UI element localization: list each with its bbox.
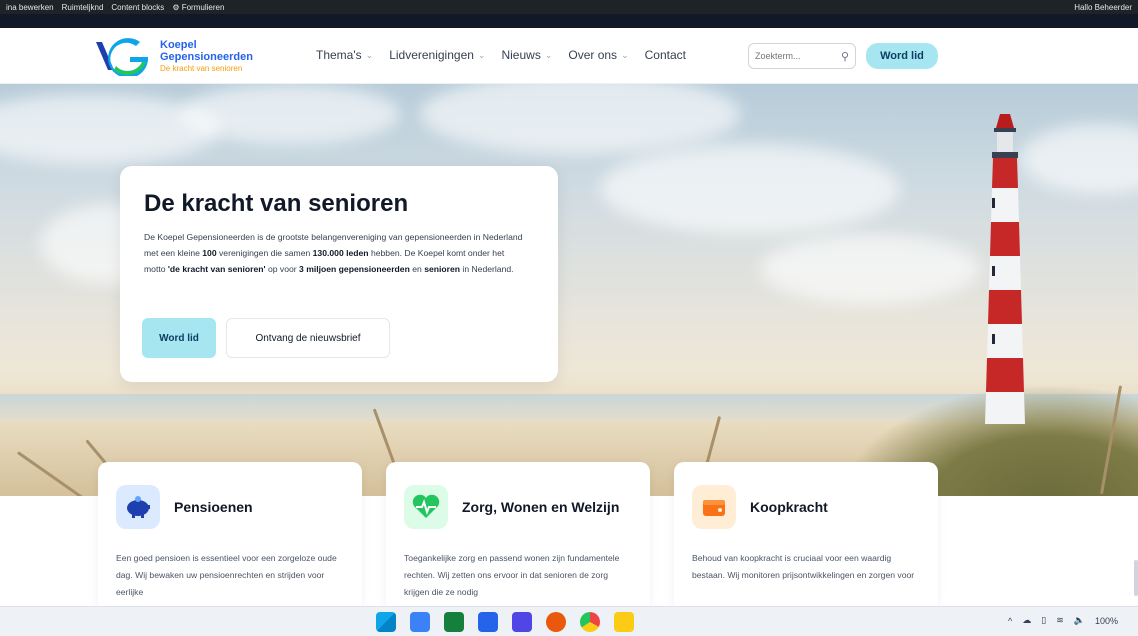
- battery-level[interactable]: 100%: [1095, 616, 1118, 626]
- chevron-down-icon: ⌄: [621, 49, 629, 60]
- hero-text-part: op voor: [265, 263, 300, 274]
- hero-text-part: en: [409, 263, 425, 274]
- search-icon[interactable]: ⚲: [841, 50, 849, 63]
- start-icon[interactable]: [376, 612, 396, 632]
- outlook-icon[interactable]: [478, 612, 498, 632]
- lighthouse-image: [985, 114, 1025, 424]
- nav-item-over-ons[interactable]: Over ons ⌄: [568, 48, 628, 62]
- system-tray: ^ ☁ ▯ ≋ 🔈 100%: [1008, 615, 1118, 626]
- card-koopkracht[interactable]: Koopkracht Behoud van koopkracht is cruc…: [674, 462, 938, 612]
- card-text: Behoud van koopkracht is cruciaal voor e…: [692, 553, 915, 580]
- admin-item[interactable]: ⚙ Formulieren: [172, 3, 224, 12]
- wallet-icon: [692, 485, 736, 529]
- cloud: [180, 84, 400, 144]
- chevron-down-icon: ⌄: [544, 49, 553, 60]
- hero-title: De kracht van senioren: [144, 190, 409, 217]
- hero-text: De Koepel Gepensioneerden is de grootste…: [144, 230, 524, 278]
- search-input[interactable]: [755, 51, 833, 61]
- wifi-icon[interactable]: ≋: [1056, 615, 1064, 626]
- admin-item-label: Formulieren: [181, 2, 225, 12]
- nav-label: Thema's: [316, 48, 362, 62]
- chrome-icon[interactable]: [580, 612, 600, 632]
- logo-line1: Koepel: [160, 38, 197, 51]
- nav-label: Contact: [644, 48, 686, 62]
- card-head: Koopkracht: [692, 482, 920, 532]
- hero-text-bold: 130.000 leden: [312, 247, 369, 258]
- cloud: [600, 144, 900, 234]
- chevron-up-icon[interactable]: ^: [1008, 616, 1012, 626]
- nav-label: Nieuws: [501, 48, 541, 62]
- piggy-bank-icon: [116, 485, 160, 529]
- hero-buttons: Word lid Ontvang de nieuwsbrief: [142, 318, 390, 358]
- nav-item-themas[interactable]: Thema's ⌄: [316, 48, 373, 62]
- hero-text-part: verenigingen die samen: [216, 247, 313, 258]
- card-head: Zorg, Wonen en Welzijn: [404, 482, 632, 532]
- admin-bar: ina bewerken Ruimteljknd Content blocks …: [0, 0, 1138, 14]
- hero-text-bold: 3 miljoen gepensioneerden: [299, 263, 410, 274]
- word-lid-button[interactable]: Word lid: [866, 43, 938, 69]
- chevron-down-icon: ⌄: [365, 49, 374, 60]
- teams-icon[interactable]: [512, 612, 532, 632]
- search-box: ⚲: [748, 43, 856, 69]
- card-text: Een goed pensioen is essentieel voor een…: [116, 553, 337, 597]
- onedrive-icon[interactable]: ☁: [1022, 615, 1031, 626]
- hero-word-lid-button[interactable]: Word lid: [142, 318, 216, 358]
- logo-line2: Gepensioneerden: [160, 50, 253, 63]
- card-title: Zorg, Wonen en Welzijn: [462, 498, 620, 515]
- office-icon[interactable]: [546, 612, 566, 632]
- nav-item-lidverenigingen[interactable]: Lidverenigingen ⌄: [389, 48, 485, 62]
- taskbar-apps: [376, 612, 634, 632]
- site-header: Koepel Gepensioneerden De kracht van sen…: [0, 28, 1138, 84]
- cloud: [760, 234, 980, 304]
- nav-item-nieuws[interactable]: Nieuws ⌄: [501, 48, 552, 62]
- nav-label: Lidverenigingen: [389, 48, 474, 62]
- nav-item-contact[interactable]: Contact: [645, 48, 686, 62]
- chevron-down-icon: ⌄: [477, 49, 486, 60]
- kg-logo-icon: [96, 38, 148, 76]
- explorer-icon[interactable]: [614, 612, 634, 632]
- site-logo[interactable]: Koepel Gepensioneerden De kracht van sen…: [92, 36, 253, 76]
- device-icon[interactable]: ▯: [1041, 615, 1046, 626]
- admin-item[interactable]: Content blocks: [111, 3, 164, 12]
- top-strip: [0, 14, 1138, 28]
- admin-item[interactable]: Ruimteljknd: [62, 3, 104, 12]
- admin-item[interactable]: ina bewerken: [6, 3, 54, 12]
- card-pensioenen[interactable]: Pensioenen Een goed pensioen is essentie…: [98, 462, 362, 612]
- card-title: Pensioenen: [174, 498, 253, 515]
- logo-text: Koepel Gepensioneerden De kracht van sen…: [160, 38, 253, 73]
- card-zorg-wonen-welzijn[interactable]: Zorg, Wonen en Welzijn Toegankelijke zor…: [386, 462, 650, 612]
- nav-label: Over ons: [568, 48, 618, 62]
- card-head: Pensioenen: [116, 482, 344, 532]
- cloud: [420, 84, 740, 154]
- hero-text-bold: 100: [202, 247, 217, 258]
- scrollbar[interactable]: [1134, 560, 1138, 596]
- volume-icon[interactable]: 🔈: [1074, 615, 1085, 626]
- hero-text-bold: senioren: [424, 263, 461, 274]
- hero-card: De kracht van senioren De Koepel Gepensi…: [120, 166, 558, 382]
- card-title: Koopkracht: [750, 498, 828, 515]
- logo-tagline: De kracht van senioren: [160, 63, 243, 73]
- hero-text-part: in Nederland.: [460, 263, 514, 274]
- excel-icon[interactable]: [444, 612, 464, 632]
- main-nav: Thema's ⌄ Lidverenigingen ⌄ Nieuws ⌄ Over o…: [316, 48, 686, 62]
- cloud: [1020, 124, 1138, 194]
- admin-user[interactable]: Hallo Beheerder: [1074, 3, 1132, 12]
- heartbeat-icon: [404, 485, 448, 529]
- hero-text-bold: 'de kracht van senioren': [167, 263, 266, 274]
- card-text: Toegankelijke zorg en passend wonen zijn…: [404, 553, 620, 597]
- newsletter-button[interactable]: Ontvang de nieuwsbrief: [226, 318, 390, 358]
- windows-taskbar: ^ ☁ ▯ ≋ 🔈 100%: [0, 606, 1138, 636]
- search-icon[interactable]: [410, 612, 430, 632]
